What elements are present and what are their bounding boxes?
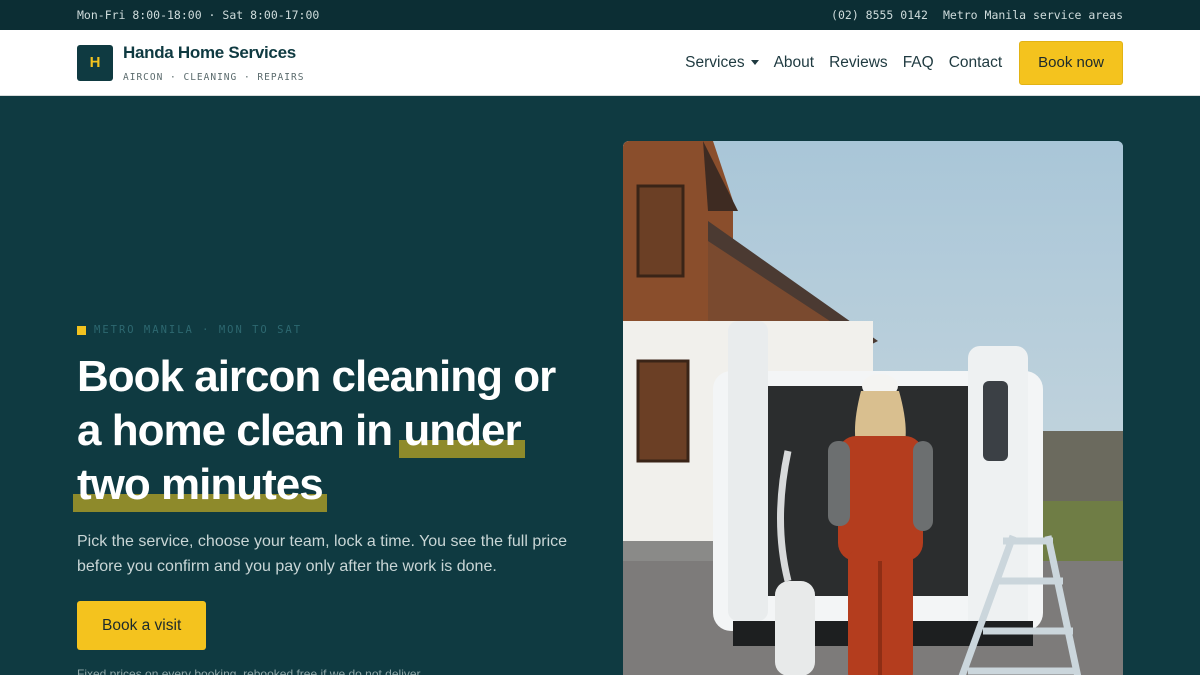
topbar-contact: (02) 8555 0142 Metro Manila service area…: [831, 8, 1123, 22]
business-hours: Mon-Fri 8:00-18:00 · Sat 8:00-17:00: [77, 8, 320, 22]
headline-highlight-under: under: [399, 404, 525, 458]
nav-about[interactable]: About: [774, 54, 815, 72]
brand-tagline: AIRCON · CLEANING · REPAIRS: [123, 71, 305, 83]
hero-content: METRO MANILA · MON TO SAT Book aircon cl…: [73, 324, 597, 675]
nav-services-label: Services: [685, 53, 745, 71]
hero-illustration: [623, 141, 1123, 675]
book-visit-button[interactable]: Book a visit: [77, 601, 207, 650]
headline-line2: a home clean in: [77, 406, 404, 455]
hero-section: METRO MANILA · MON TO SAT Book aircon cl…: [0, 96, 1200, 675]
nav-reviews[interactable]: Reviews: [829, 54, 888, 72]
chevron-down-icon: [750, 60, 759, 65]
brand-text: Handa Home Services AIRCON · CLEANING · …: [123, 43, 304, 83]
nav-services[interactable]: Services: [685, 53, 759, 72]
eyebrow-text: METRO MANILA · MON TO SAT: [94, 324, 303, 336]
main-navbar: H Handa Home Services AIRCON · CLEANING …: [0, 30, 1200, 96]
logo-letter: H: [89, 54, 101, 71]
primary-nav: Services About Reviews FAQ Contact Book …: [685, 40, 1123, 85]
headline-highlight-two-minutes: two minutes: [73, 458, 327, 512]
nav-faq[interactable]: FAQ: [903, 54, 934, 72]
logo-mark: H: [77, 44, 113, 81]
top-info-bar: Mon-Fri 8:00-18:00 · Sat 8:00-17:00 (02)…: [0, 0, 1200, 30]
nav-contact[interactable]: Contact: [949, 54, 1002, 72]
hero-subtext: Pick the service, choose your team, lock…: [77, 533, 568, 575]
phone-number[interactable]: (02) 8555 0142: [831, 8, 928, 22]
hero-eyebrow: METRO MANILA · MON TO SAT: [77, 324, 597, 336]
book-now-button[interactable]: Book now: [1019, 40, 1123, 85]
hero-headline: Book aircon cleaning or a home clean in …: [73, 350, 597, 512]
headline-line1: Book aircon cleaning or: [77, 352, 556, 401]
square-bullet-icon: [77, 325, 86, 335]
brand-logo-link[interactable]: H Handa Home Services AIRCON · CLEANING …: [77, 43, 304, 83]
hero-photo-technician-van: [623, 141, 1123, 675]
service-area: Metro Manila service areas: [942, 8, 1123, 22]
hero-footnote: Fixed prices on every booking, rebooked …: [77, 667, 424, 675]
brand-name: Handa Home Services: [123, 42, 296, 62]
